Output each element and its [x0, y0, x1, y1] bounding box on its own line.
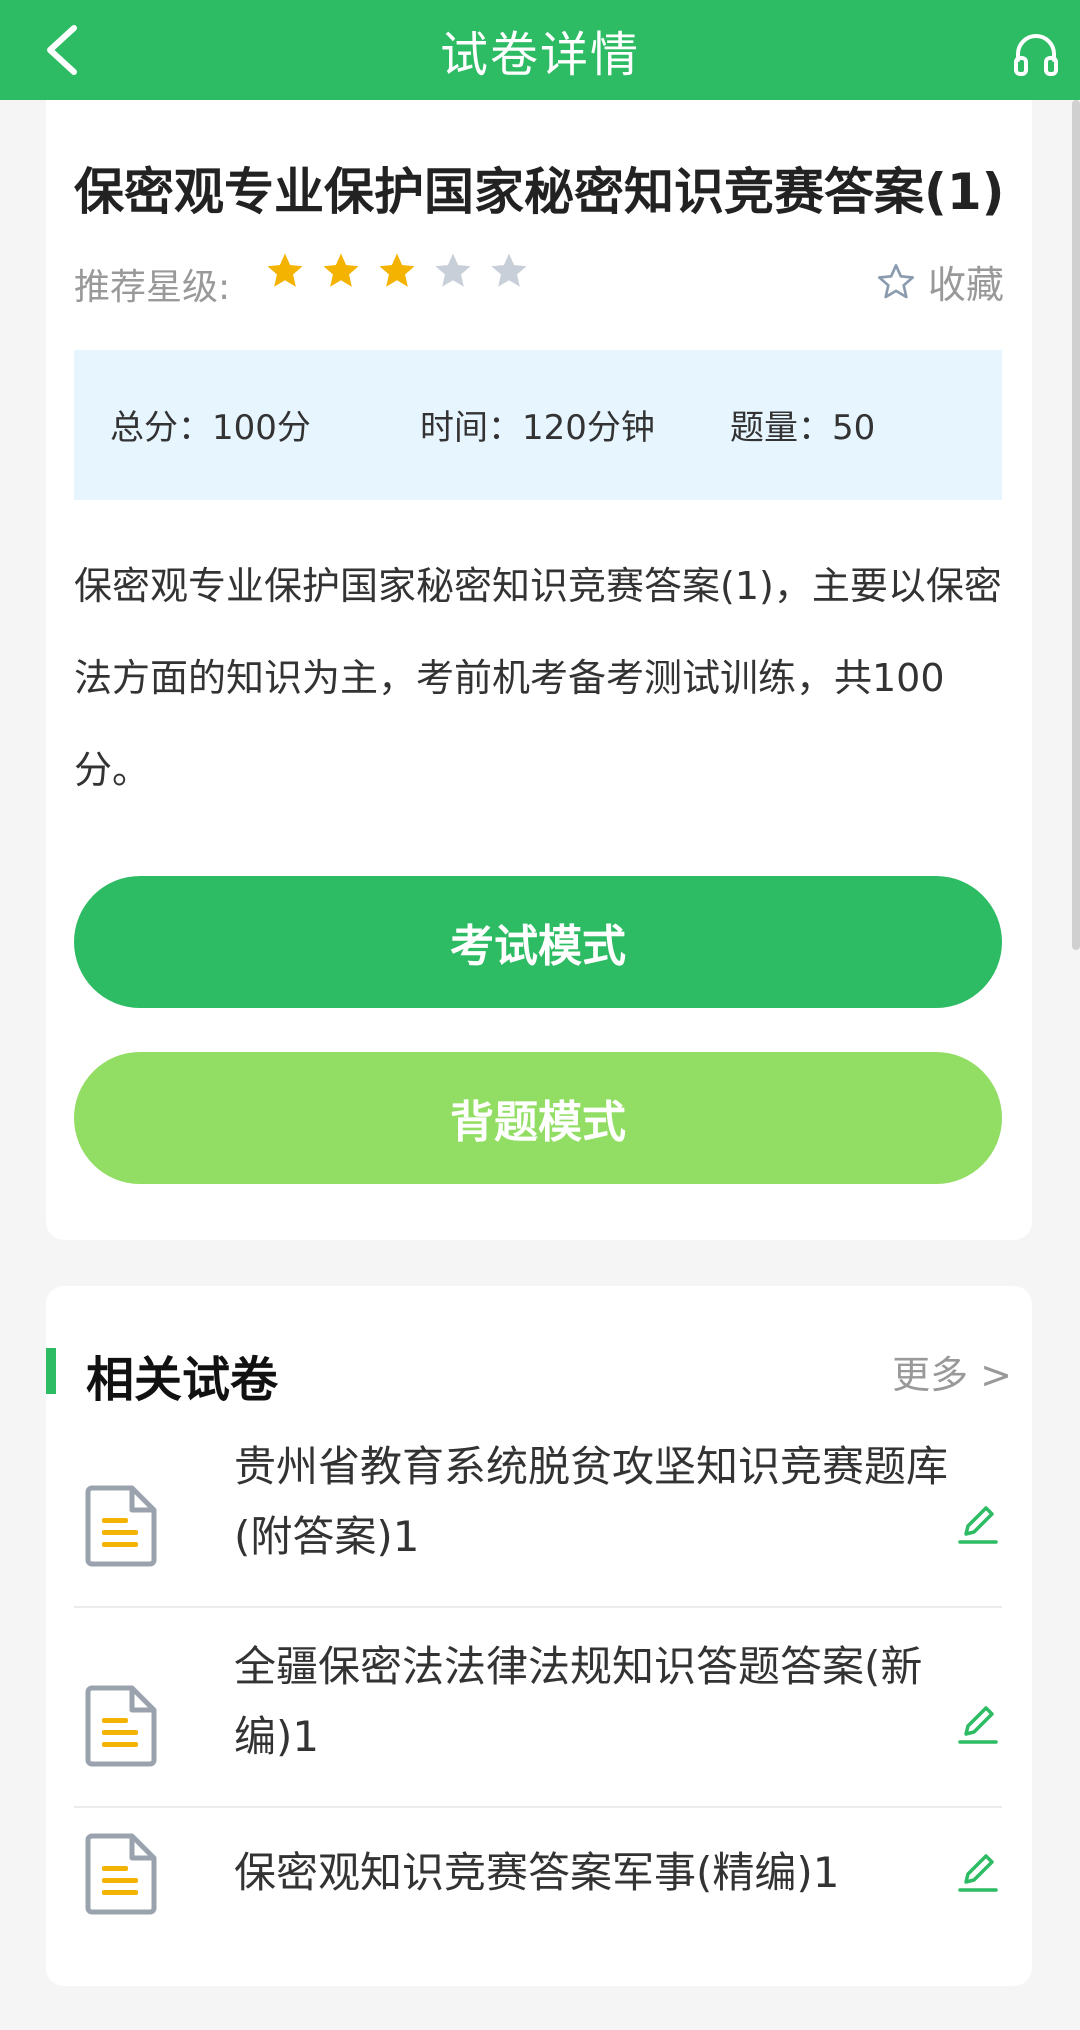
- section-title: 相关试卷: [86, 1352, 279, 1408]
- related-papers-card: 相关试卷 更多 > 贵州省教育系统脱贫攻坚知识竞赛题库(附答案)1 全疆保密法法…: [46, 1286, 1032, 1986]
- document-icon: [85, 1685, 157, 1767]
- paper-detail-card: 保密观专业保护国家秘密知识竞赛答案(1) 推荐星级: 收藏 总分：100分 时间…: [46, 100, 1032, 1240]
- section-accent-bar: [46, 1348, 56, 1394]
- paper-info-box: 总分：100分 时间：120分钟 题量：50: [74, 350, 1002, 500]
- headset-icon: [1014, 34, 1058, 76]
- rating-label: 推荐星级:: [74, 267, 231, 308]
- pencil-icon[interactable]: [958, 1702, 998, 1746]
- list-item[interactable]: 贵州省教育系统脱贫攻坚知识竞赛题库(附答案)1: [74, 1432, 1002, 1630]
- back-button[interactable]: [40, 22, 90, 78]
- list-item[interactable]: 保密观知识竞赛答案军事(精编)1: [74, 1832, 1002, 2030]
- rating-row: 推荐星级: 收藏: [74, 250, 1004, 310]
- paper-description: 保密观专业保护国家秘密知识竞赛答案(1)，主要以保密法方面的知识为主，考前机考备…: [74, 564, 1002, 792]
- pencil-icon[interactable]: [958, 1502, 998, 1546]
- more-link[interactable]: 更多 >: [892, 1344, 1012, 1399]
- top-app-bar: 试卷详情: [0, 0, 1080, 100]
- exam-time: 时间：120分钟: [420, 408, 655, 448]
- star-outline-icon: [877, 263, 914, 298]
- paper-title: 保密观专业保护国家秘密知识竞赛答案(1): [74, 163, 1005, 221]
- favorite-label: 收藏: [927, 263, 1004, 307]
- star-icon: [379, 253, 415, 287]
- list-item-title: 保密观知识竞赛答案军事(精编)1: [234, 1848, 840, 1897]
- star-icon: [267, 253, 303, 287]
- study-mode-button[interactable]: 背题模式: [74, 1052, 1002, 1184]
- exam-mode-button[interactable]: 考试模式: [74, 876, 1002, 1008]
- chevron-left-icon: [47, 25, 77, 75]
- total-score: 总分：100分: [110, 408, 311, 448]
- divider: [74, 1806, 1002, 1808]
- document-icon: [85, 1833, 157, 1915]
- favorite-button[interactable]: 收藏: [876, 254, 1004, 309]
- list-item[interactable]: 全疆保密法法律法规知识答题答案(新编)1: [74, 1632, 1002, 1830]
- divider: [74, 1606, 1002, 1608]
- star-rating: [264, 250, 530, 292]
- star-icon: [435, 253, 471, 287]
- section-header: 相关试卷 更多 >: [46, 1340, 1032, 1408]
- list-item-title: 贵州省教育系统脱贫攻坚知识竞赛题库(附答案)1: [234, 1442, 949, 1561]
- star-icon: [491, 253, 527, 287]
- document-icon: [85, 1485, 157, 1567]
- headset-button[interactable]: [1012, 30, 1060, 78]
- pencil-icon[interactable]: [958, 1850, 998, 1894]
- question-count: 题量：50: [730, 408, 876, 448]
- page-title: 试卷详情: [439, 27, 640, 83]
- list-item-title: 全疆保密法法律法规知识答题答案(新编)1: [234, 1642, 923, 1761]
- scrollbar[interactable]: [1072, 100, 1080, 950]
- star-icon: [323, 253, 359, 287]
